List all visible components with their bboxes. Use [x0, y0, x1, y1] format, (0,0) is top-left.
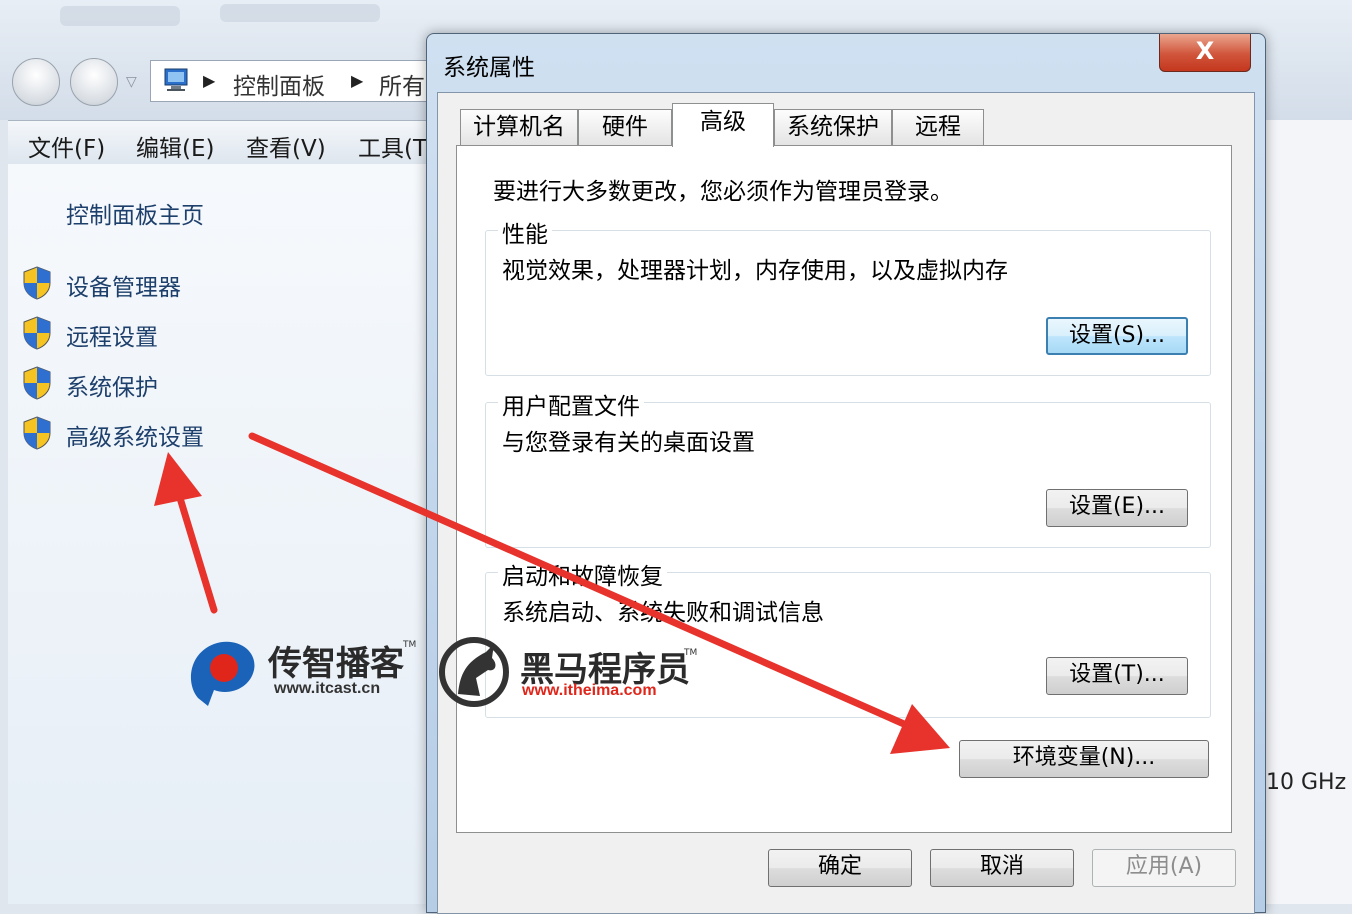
uac-shield-icon	[23, 366, 51, 400]
address-bar[interactable]: ▶ 控制面板 ▶ 所有	[150, 60, 440, 102]
group-description: 与您登录有关的桌面设置	[502, 430, 755, 456]
breadcrumb-control-panel[interactable]: 控制面板	[233, 67, 325, 101]
forward-button[interactable]	[70, 58, 118, 106]
ok-button[interactable]: 确定	[768, 849, 912, 887]
blurred-bg	[220, 4, 380, 22]
advanced-tab-panel: 要进行大多数更改，您必须作为管理员登录。 性能 视觉效果，处理器计划，内存使用，…	[456, 145, 1232, 833]
menu-tools[interactable]: 工具(T	[358, 129, 427, 163]
group-title: 用户配置文件	[498, 387, 644, 421]
itcast-url-text: www.itcast.cn	[274, 680, 381, 697]
task-advanced-system-settings[interactable]: 高级系统设置	[22, 414, 422, 454]
control-panel-icon	[164, 68, 188, 91]
menu-file[interactable]: 文件(F)	[28, 129, 105, 163]
task-pane: 控制面板主页 设备管理器 远程设置 系统保护 高级系统设置	[8, 164, 438, 904]
task-remote-settings[interactable]: 远程设置	[22, 314, 422, 354]
uac-shield-icon	[23, 266, 51, 300]
performance-settings-button[interactable]: 设置(S)...	[1046, 317, 1188, 355]
dialog-title: 系统属性	[443, 55, 535, 81]
breadcrumb-all-items[interactable]: 所有	[379, 67, 425, 101]
itheima-url-text: www.itheima.com	[522, 682, 657, 699]
cancel-button[interactable]: 取消	[930, 849, 1074, 887]
control-panel-home-link[interactable]: 控制面板主页	[66, 196, 204, 230]
tab-remote[interactable]: 远程	[892, 109, 984, 145]
trademark-text: TM	[684, 648, 698, 658]
user-profiles-group: 用户配置文件 与您登录有关的桌面设置 设置(E)...	[485, 387, 1211, 548]
group-description: 系统启动、系统失败和调试信息	[502, 600, 824, 626]
tab-hardware[interactable]: 硬件	[578, 109, 672, 145]
back-button[interactable]	[12, 58, 60, 106]
group-title: 启动和故障恢复	[498, 557, 667, 591]
uac-shield-icon	[23, 416, 51, 450]
itheima-horse-logo-icon	[439, 637, 509, 707]
task-device-manager[interactable]: 设备管理器	[22, 264, 422, 304]
task-label: 系统保护	[66, 375, 158, 401]
task-system-protection[interactable]: 系统保护	[22, 364, 422, 404]
itcast-logo-icon	[190, 641, 255, 706]
tab-system-protection[interactable]: 系统保护	[774, 109, 892, 145]
environment-variables-button[interactable]: 环境变量(N)...	[959, 740, 1209, 778]
admin-note: 要进行大多数更改，您必须作为管理员登录。	[493, 179, 953, 205]
group-description: 视觉效果，处理器计划，内存使用，以及虚拟内存	[502, 258, 1008, 284]
menu-bar: 文件(F) 编辑(E) 查看(V) 工具(T	[8, 120, 438, 165]
tab-computer-name[interactable]: 计算机名	[460, 109, 578, 145]
task-label: 高级系统设置	[66, 425, 204, 451]
task-label: 远程设置	[66, 325, 158, 351]
trademark-text: TM	[403, 640, 417, 650]
performance-group: 性能 视觉效果，处理器计划，内存使用，以及虚拟内存 设置(S)...	[485, 215, 1211, 376]
recent-pages-dropdown-icon[interactable]: ▽	[126, 74, 137, 90]
task-label: 设备管理器	[66, 275, 181, 301]
system-properties-dialog: 系统属性 X 计算机名 硬件 高级 系统保护 远程 要进行大多数更改，您必须作为…	[426, 33, 1266, 914]
breadcrumb-separator-icon[interactable]: ▶	[351, 71, 363, 90]
tab-advanced[interactable]: 高级	[672, 103, 774, 147]
uac-shield-icon	[23, 316, 51, 350]
user-profiles-settings-button[interactable]: 设置(E)...	[1046, 489, 1188, 527]
blurred-bg	[60, 6, 180, 26]
cpu-speed-text: 10 GHz	[1266, 770, 1347, 795]
menu-view[interactable]: 查看(V)	[246, 129, 326, 163]
itcast-brand-text: 传智播客	[268, 644, 404, 684]
startup-recovery-settings-button[interactable]: 设置(T)...	[1046, 657, 1188, 695]
menu-edit[interactable]: 编辑(E)	[136, 129, 214, 163]
breadcrumb-separator-icon[interactable]: ▶	[203, 71, 215, 90]
close-button[interactable]: X	[1159, 34, 1251, 72]
group-title: 性能	[498, 215, 552, 249]
apply-button[interactable]: 应用(A)	[1092, 849, 1236, 887]
dialog-client-area: 计算机名 硬件 高级 系统保护 远程 要进行大多数更改，您必须作为管理员登录。 …	[437, 92, 1255, 914]
